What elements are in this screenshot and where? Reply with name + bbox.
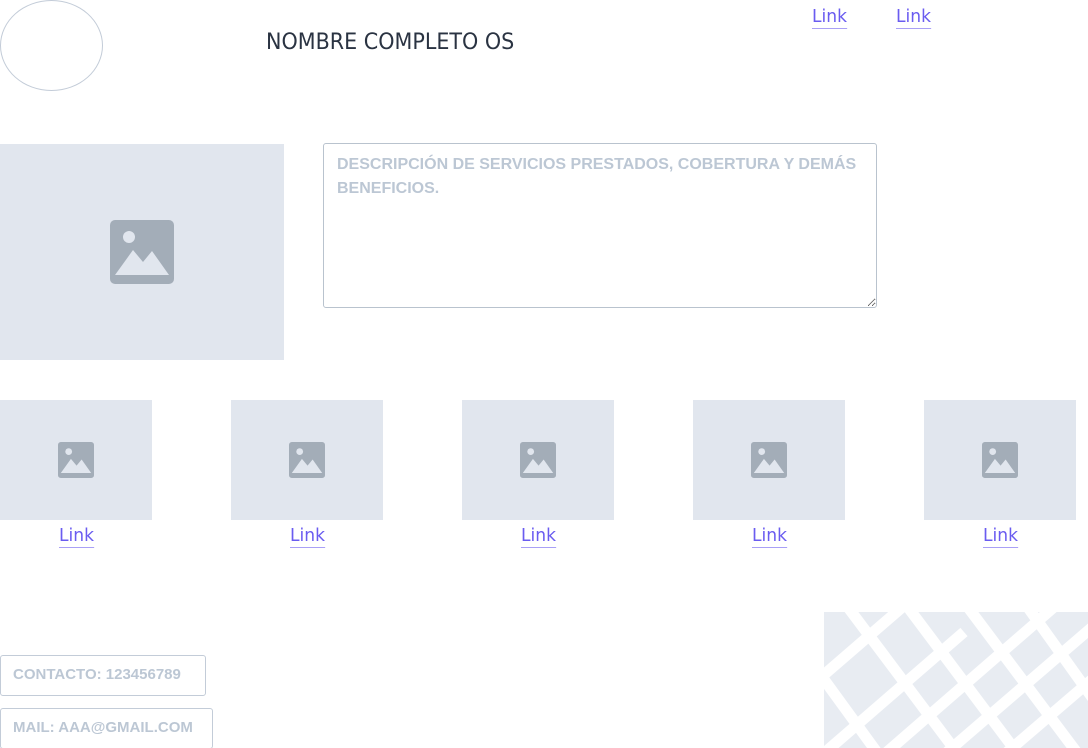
description-textarea[interactable] — [323, 143, 877, 308]
gallery-image-3 — [462, 400, 614, 520]
gallery-link-4[interactable]: Link — [752, 526, 788, 548]
page: NOMBRE COMPLETO OS Link Link DESCRIPCIÓN… — [0, 0, 1088, 748]
gallery-link-3[interactable]: Link — [521, 526, 557, 548]
image-icon — [289, 442, 325, 478]
gallery-link-5[interactable]: Link — [983, 526, 1019, 548]
image-icon — [982, 442, 1018, 478]
map-placeholder — [824, 612, 1088, 748]
logo-circle — [0, 0, 103, 91]
gallery-image-5 — [924, 400, 1076, 520]
gallery-image-1 — [0, 400, 152, 520]
map-graphic — [824, 612, 1088, 748]
gallery-image-4 — [693, 400, 845, 520]
image-icon — [520, 442, 556, 478]
nav-link-1[interactable]: Link — [812, 7, 848, 29]
gallery-image-2 — [231, 400, 383, 520]
gallery-link-2[interactable]: Link — [290, 526, 326, 548]
nav-link-2[interactable]: Link — [896, 7, 932, 29]
image-icon — [58, 442, 94, 478]
gallery-link-1[interactable]: Link — [59, 526, 95, 548]
image-icon — [110, 220, 174, 284]
page-title: NOMBRE COMPLETO OS — [266, 30, 515, 55]
contact-mail: MAIL: AAA@GMAIL.COM — [0, 708, 213, 748]
hero-image — [0, 144, 284, 360]
contact-phone: CONTACTO: 123456789 — [0, 655, 206, 696]
image-icon — [751, 442, 787, 478]
